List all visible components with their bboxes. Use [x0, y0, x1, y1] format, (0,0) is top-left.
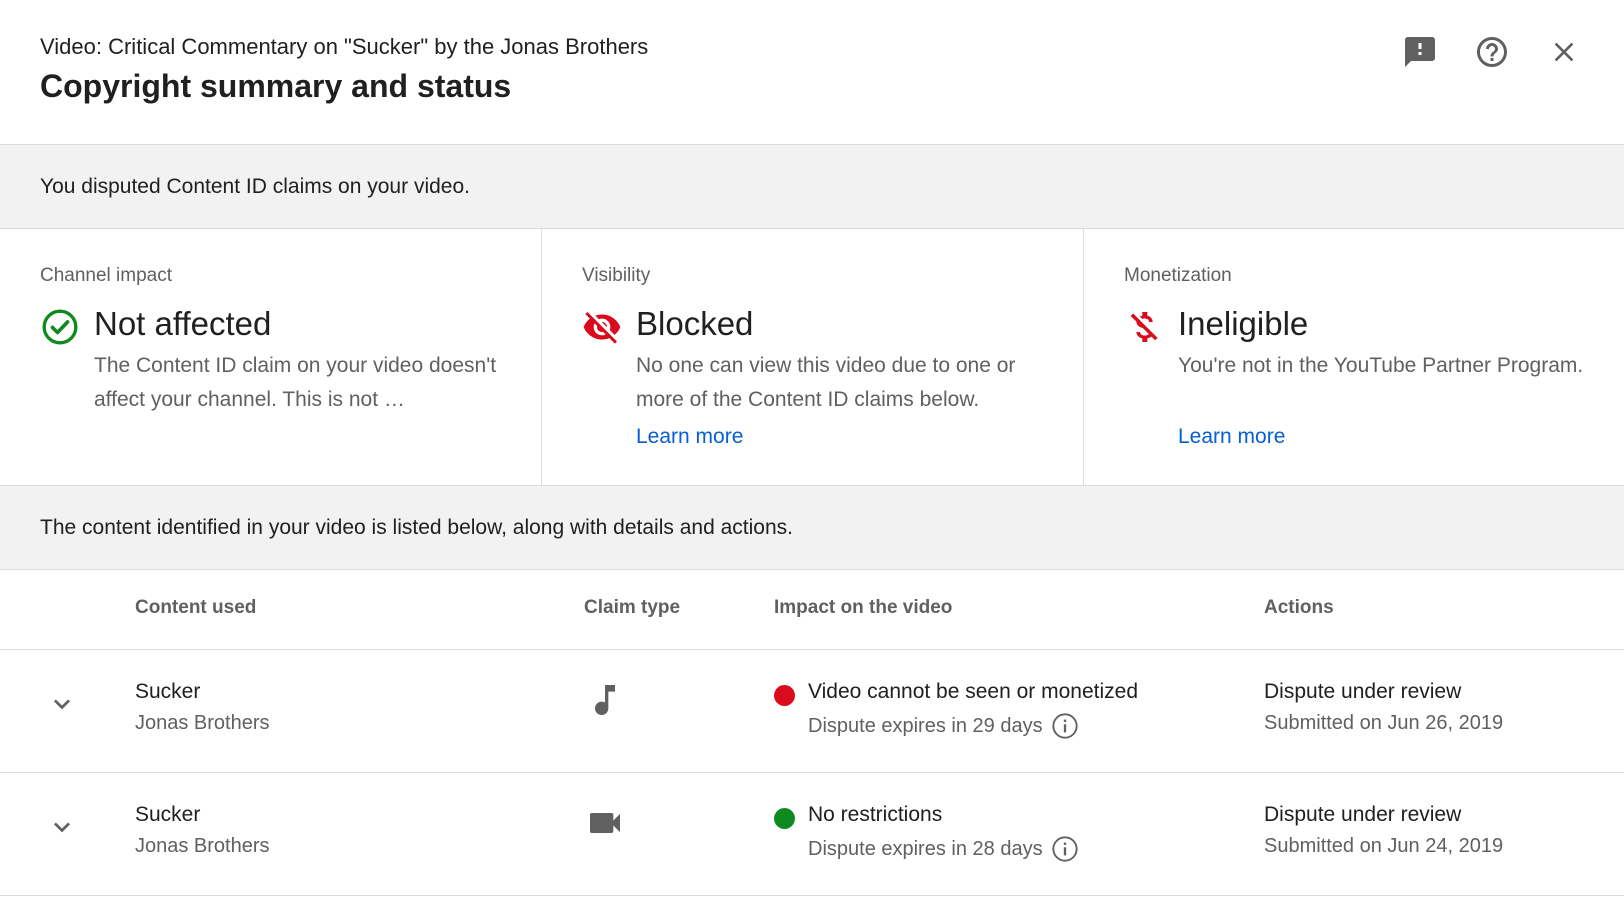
content-artist: Jonas Brothers	[135, 835, 270, 857]
help-icon	[1477, 37, 1507, 67]
impact-text: Video cannot be seen or monetized	[808, 680, 1139, 703]
dialog-header: Video: Critical Commentary on "Sucker" b…	[0, 0, 1624, 145]
action-status: Dispute under review	[1264, 680, 1462, 703]
table-row: Sucker Jonas Brothers Video cannot be se…	[0, 650, 1624, 773]
card-label: Channel impact	[40, 265, 173, 286]
feedback-button[interactable]	[1400, 28, 1440, 76]
dispute-expiry: Dispute expires in 29 days	[808, 712, 1079, 740]
column-header-content: Content used	[135, 597, 257, 618]
close-icon	[1554, 42, 1574, 62]
eye-off-icon	[583, 312, 621, 344]
card-description: No one can view this video due to one or…	[636, 354, 1016, 411]
music-note-icon	[595, 685, 615, 715]
action-submitted-date: Submitted on Jun 26, 2019	[1264, 712, 1504, 734]
help-button[interactable]	[1472, 28, 1512, 76]
info-icon[interactable]	[1051, 712, 1079, 740]
table-header: Content used Claim type Impact on the vi…	[0, 569, 1624, 650]
learn-more-link-visibility[interactable]: Learn more	[636, 425, 743, 449]
header-actions	[1400, 28, 1584, 76]
action-submitted-date: Submitted on Jun 24, 2019	[1264, 835, 1504, 857]
dispute-banner: You disputed Content ID claims on your v…	[0, 145, 1624, 229]
card-status: Not affected	[94, 305, 272, 342]
status-cards: Channel impact Not affected The Content …	[0, 229, 1624, 485]
chevron-down-icon	[54, 822, 70, 833]
impact-status-dot	[774, 808, 795, 829]
content-title: Sucker	[135, 803, 201, 826]
chevron-down-icon	[54, 699, 70, 710]
expiry-text: Dispute expires in 28 days	[808, 837, 1043, 860]
video-camera-icon	[590, 813, 620, 833]
content-banner: The content identified in your video is …	[0, 485, 1624, 570]
card-channel-impact: Channel impact Not affected The Content …	[0, 229, 542, 485]
info-icon[interactable]	[1051, 835, 1079, 863]
action-status: Dispute under review	[1264, 803, 1462, 826]
expiry-text: Dispute expires in 29 days	[808, 714, 1043, 737]
card-status: Ineligible	[1178, 305, 1309, 342]
content-artist: Jonas Brothers	[135, 712, 270, 734]
card-monetization: Monetization Ineligible You're not in th…	[1084, 229, 1624, 485]
card-status: Blocked	[636, 305, 754, 342]
feedback-icon	[1405, 37, 1435, 67]
copyright-dialog: Video: Critical Commentary on "Sucker" b…	[0, 0, 1624, 918]
check-circle-icon	[42, 309, 78, 345]
card-label: Monetization	[1124, 265, 1232, 286]
video-title: Video: Critical Commentary on "Sucker" b…	[40, 34, 649, 59]
impact-text: No restrictions	[808, 803, 943, 826]
dollar-off-icon	[1130, 312, 1158, 342]
card-description: You're not in the YouTube Partner Progra…	[1178, 354, 1584, 377]
impact-status-dot	[774, 685, 795, 706]
column-header-impact: Impact on the video	[774, 597, 953, 618]
card-description: The Content ID claim on your video doesn…	[94, 354, 497, 411]
expand-row-button[interactable]	[44, 686, 80, 722]
dispute-expiry: Dispute expires in 28 days	[808, 835, 1079, 863]
learn-more-link-monetization[interactable]: Learn more	[1178, 425, 1285, 449]
content-title: Sucker	[135, 680, 201, 703]
column-header-actions: Actions	[1264, 597, 1334, 618]
dispute-banner-text: You disputed Content ID claims on your v…	[40, 175, 470, 198]
column-header-claim-type: Claim type	[584, 597, 681, 618]
card-visibility: Visibility Blocked No one can view this …	[542, 229, 1084, 485]
table-row: Sucker Jonas Brothers No restrictions Di…	[0, 773, 1624, 896]
page-title: Copyright summary and status	[40, 68, 512, 104]
card-label: Visibility	[582, 265, 651, 286]
close-button[interactable]	[1544, 28, 1584, 76]
expand-row-button[interactable]	[44, 809, 80, 845]
content-banner-text: The content identified in your video is …	[40, 516, 793, 539]
